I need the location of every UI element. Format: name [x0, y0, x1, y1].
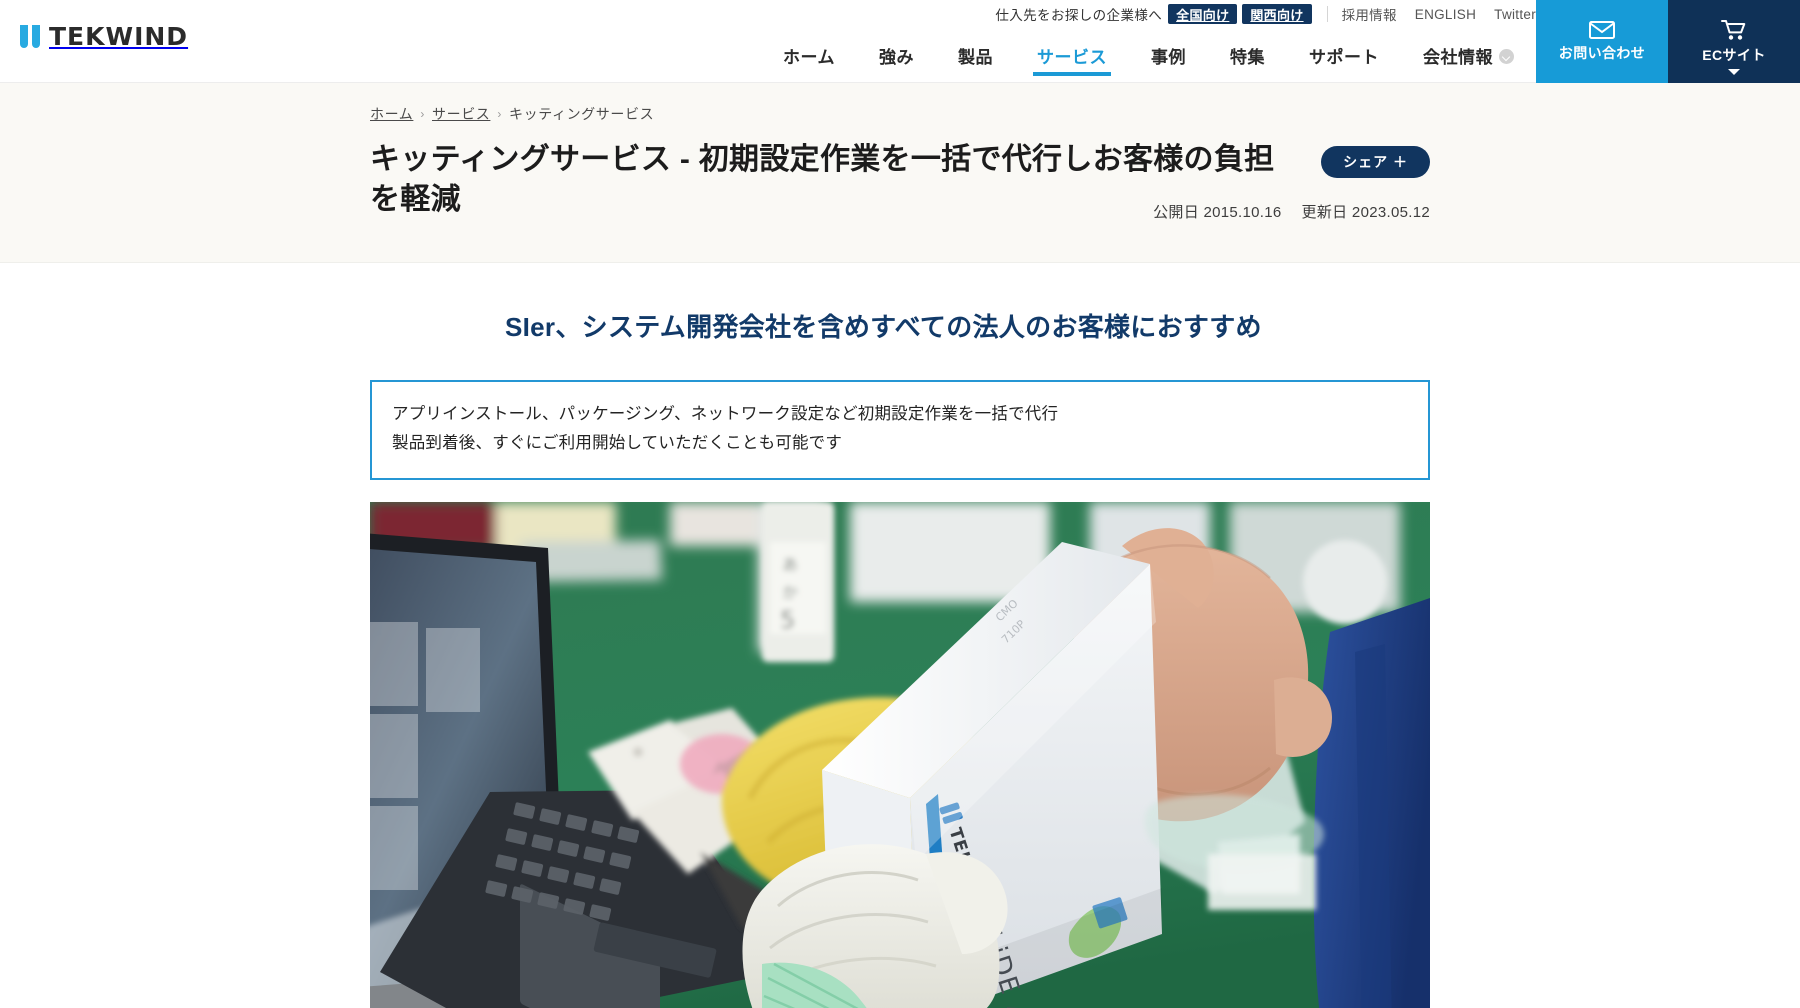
- logo-text: TEKWIND: [49, 22, 189, 51]
- breadcrumb-separator: ›: [497, 107, 503, 121]
- contact-button[interactable]: お問い合わせ: [1536, 0, 1668, 83]
- utility-pill-nationwide[interactable]: 全国向け: [1168, 4, 1238, 24]
- header-cta-group: お問い合わせ ECサイト: [1536, 0, 1800, 83]
- nav-item-support[interactable]: サポート: [1287, 28, 1401, 83]
- hero-band: ホーム › サービス › キッティングサービス キッティングサービス - 初期設…: [0, 83, 1800, 263]
- nav-item-cases[interactable]: 事例: [1129, 28, 1208, 83]
- logo-bars-icon: [20, 25, 40, 48]
- nav-label: ホーム: [783, 48, 835, 67]
- nav-item-services[interactable]: サービス: [1015, 28, 1129, 83]
- breadcrumb-item-services[interactable]: サービス: [432, 104, 490, 124]
- breadcrumb-item-current: キッティングサービス: [509, 106, 655, 122]
- published-label: 公開日: [1153, 204, 1199, 221]
- envelope-icon: [1589, 20, 1615, 39]
- nav-item-strength[interactable]: 強み: [857, 28, 936, 83]
- utility-link-twitter[interactable]: Twitter: [1494, 7, 1536, 22]
- nav-label: 製品: [958, 48, 993, 67]
- nav-label: 特集: [1230, 48, 1265, 67]
- callout-box: アプリインストール、パッケージング、ネットワーク設定など初期設定作業を一括で代行…: [370, 379, 1430, 480]
- published-value: 2015.10.16: [1203, 204, 1282, 221]
- utility-link-english[interactable]: ENGLISH: [1415, 7, 1476, 22]
- breadcrumb: ホーム › サービス › キッティングサービス: [370, 83, 1430, 124]
- caret-down-icon: [1728, 69, 1740, 75]
- utility-lead-text: 仕入先をお探しの企業様へ: [995, 8, 1163, 23]
- nav-label: 会社情報: [1423, 48, 1493, 67]
- svg-text:あ: あ: [782, 555, 798, 574]
- nav-label: 強み: [879, 48, 914, 67]
- hero-photo: あ か 5 CLiDE A10B CMO 710P: [370, 501, 1430, 1008]
- svg-text:か: か: [782, 583, 798, 602]
- nav-label: 事例: [1151, 48, 1186, 67]
- svg-text:5: 5: [780, 606, 795, 634]
- site-logo[interactable]: TEKWIND: [20, 22, 188, 51]
- nav-item-company[interactable]: 会社情報: [1401, 28, 1536, 83]
- breadcrumb-item-home[interactable]: ホーム: [370, 104, 413, 124]
- share-button[interactable]: シェア ＋: [1321, 146, 1430, 178]
- updated-value: 2023.05.12: [1351, 204, 1430, 221]
- breadcrumb-separator: ›: [420, 107, 425, 121]
- cart-icon: [1721, 19, 1747, 41]
- section-heading: SIer、システム開発会社を含めすべての法人のお客様におすすめ: [505, 312, 1262, 342]
- updated-label: 更新日: [1301, 204, 1348, 221]
- nav-label: サービス: [1037, 48, 1107, 67]
- callout-line-2: 製品到着後、すぐにご利用開始していただくことも可能です: [392, 433, 843, 452]
- chevron-down-icon: [1499, 49, 1514, 64]
- main-content: SIer、システム開発会社を含めすべての法人のお客様におすすめ アプリインストー…: [0, 263, 1800, 1008]
- utility-divider: [1326, 6, 1328, 22]
- nav-item-home[interactable]: ホーム: [761, 28, 857, 83]
- utility-pill-kansai[interactable]: 関西向け: [1242, 4, 1312, 24]
- main-navigation: ホーム 強み 製品 サービス 事例 特集 サポート 会社情報: [761, 28, 1536, 83]
- published-date: 公開日 2015.10.16: [1153, 201, 1281, 222]
- callout-line-1: アプリインストール、パッケージング、ネットワーク設定など初期設定作業を一括で代行: [392, 404, 1059, 423]
- ec-site-button[interactable]: ECサイト: [1668, 0, 1800, 83]
- updated-date: 更新日 2023.05.12: [1302, 201, 1430, 222]
- nav-item-features[interactable]: 特集: [1208, 28, 1287, 83]
- ec-site-button-label: ECサイト: [1702, 46, 1766, 63]
- contact-button-label: お問い合わせ: [1558, 44, 1646, 61]
- nav-label: サポート: [1309, 48, 1379, 67]
- site-header: TEKWIND 仕入先をお探しの企業様へ 全国向け 関西向け 採用情報 ENGL…: [0, 0, 1800, 83]
- article-dates: 公開日 2015.10.16 更新日 2023.05.12: [1153, 201, 1430, 222]
- nav-item-products[interactable]: 製品: [936, 28, 1015, 83]
- utility-link-recruit[interactable]: 採用情報: [1342, 4, 1397, 24]
- utility-bar: 仕入先をお探しの企業様へ 全国向け 関西向け 採用情報 ENGLISH Twit…: [995, 0, 1536, 28]
